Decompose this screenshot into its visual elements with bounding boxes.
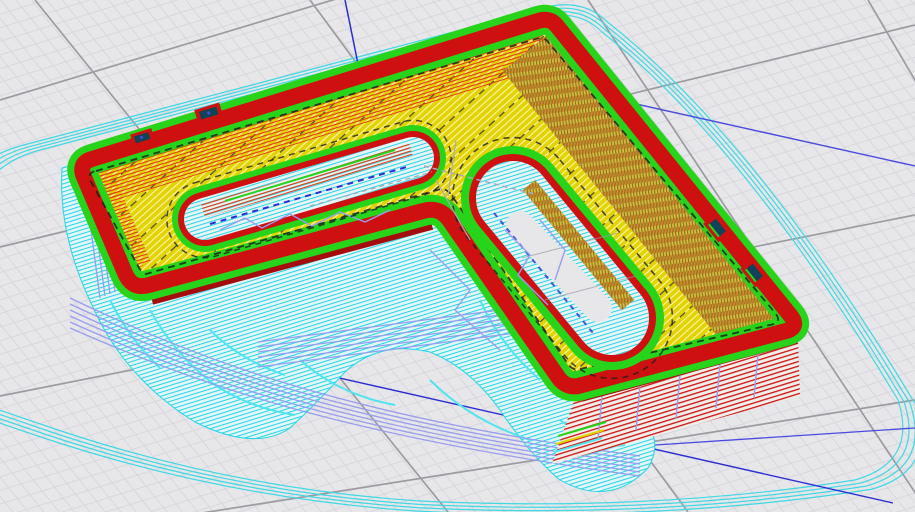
toolpath-preview-canvas[interactable] <box>0 0 915 512</box>
slicer-3d-viewport[interactable] <box>0 0 915 512</box>
